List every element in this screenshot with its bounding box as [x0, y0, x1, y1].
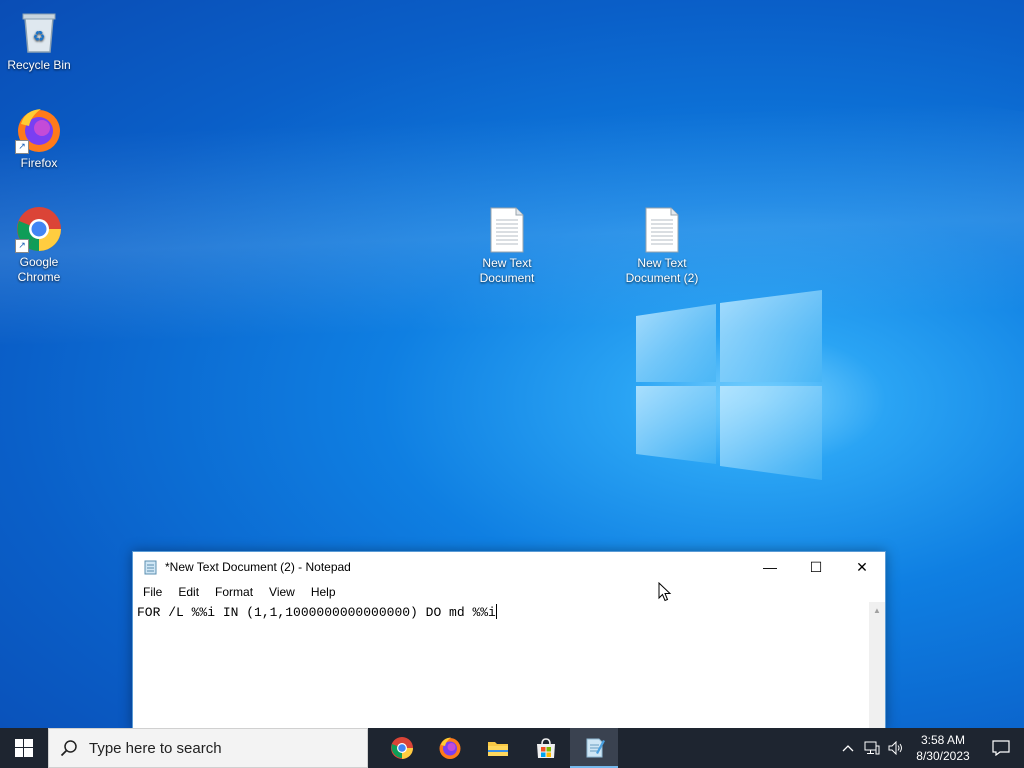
desktop-icon-new-text-document[interactable]: New Text Document [469, 206, 545, 286]
notepad-icon [586, 738, 605, 758]
taskbar-clock[interactable]: 3:58 AM 8/30/2023 [908, 732, 978, 764]
chrome-icon: ↗ [15, 205, 63, 253]
notification-icon [992, 740, 1010, 756]
firefox-icon: ↗ [15, 106, 63, 154]
vertical-scrollbar[interactable]: ▲ [869, 602, 885, 729]
menu-help[interactable]: Help [303, 585, 344, 599]
clock-date: 8/30/2023 [916, 749, 970, 763]
shortcut-arrow-icon: ↗ [15, 239, 29, 253]
system-tray: 3:58 AM 8/30/2023 [836, 728, 1024, 768]
desktop-icon-label: New Text Document (2) [625, 256, 699, 285]
desktop-icon-label: New Text Document [479, 256, 535, 285]
text-editor[interactable]: FOR /L %%i IN (1,1,1000000000000000) DO … [133, 602, 869, 729]
notepad-icon [144, 560, 157, 575]
notepad-window[interactable]: *New Text Document (2) - Notepad — ☐ ✕ F… [132, 551, 886, 730]
window-title: *New Text Document (2) - Notepad [165, 560, 351, 574]
start-button[interactable] [0, 728, 48, 768]
minimize-button[interactable]: — [747, 552, 793, 582]
taskbar-microsoft-store[interactable] [522, 728, 570, 768]
microsoft-store-icon [537, 738, 555, 758]
menu-file[interactable]: File [135, 585, 170, 599]
text-document-icon [638, 206, 686, 254]
shortcut-arrow-icon: ↗ [15, 140, 29, 154]
taskbar-notepad[interactable] [570, 728, 618, 768]
taskbar-firefox[interactable] [426, 728, 474, 768]
notepad-title-bar[interactable]: *New Text Document (2) - Notepad — ☐ ✕ [133, 552, 885, 582]
windows-start-icon [15, 739, 33, 757]
chrome-icon [391, 737, 413, 759]
close-icon: ✕ [856, 558, 868, 575]
menu-edit[interactable]: Edit [170, 585, 207, 599]
desktop-icon-label: Google Chrome [17, 255, 61, 284]
desktop-icon-recycle-bin[interactable]: ♻ Recycle Bin [1, 8, 77, 73]
taskbar-search-box[interactable]: Type here to search [48, 728, 368, 768]
desktop-icon-firefox[interactable]: ↗ Firefox [1, 106, 77, 171]
search-icon [49, 739, 89, 757]
minimize-icon: — [763, 559, 777, 575]
mouse-pointer-icon [658, 582, 672, 602]
file-explorer-icon [488, 742, 508, 756]
search-placeholder: Type here to search [89, 739, 222, 757]
network-icon[interactable] [860, 728, 884, 768]
volume-icon[interactable] [884, 728, 908, 768]
menu-view[interactable]: View [261, 585, 303, 599]
taskbar: Type here to search 3:58 AM 8/30/2023 [0, 728, 1024, 768]
editor-content: FOR /L %%i IN (1,1,1000000000000000) DO … [137, 605, 496, 620]
maximize-button[interactable]: ☐ [793, 552, 839, 582]
desktop-icon-google-chrome[interactable]: ↗ Google Chrome [1, 205, 77, 285]
desktop-icon-new-text-document-2[interactable]: New Text Document (2) [624, 206, 700, 286]
taskbar-file-explorer[interactable] [474, 728, 522, 768]
svg-text:♻: ♻ [33, 29, 46, 45]
windows-logo-wallpaper [636, 290, 822, 480]
action-center-button[interactable] [978, 728, 1024, 768]
close-button[interactable]: ✕ [839, 552, 885, 582]
menu-format[interactable]: Format [207, 585, 261, 599]
desktop-icon-label: Firefox [20, 156, 58, 170]
desktop-icon-label: Recycle Bin [7, 58, 71, 72]
maximize-icon: ☐ [809, 558, 823, 575]
menu-bar: File Edit Format View Help [133, 582, 885, 602]
recycle-bin-icon: ♻ [15, 8, 63, 56]
chevron-up-icon[interactable] [836, 728, 860, 768]
text-document-icon [483, 206, 531, 254]
clock-time: 3:58 AM [920, 733, 966, 747]
taskbar-chrome[interactable] [378, 728, 426, 768]
firefox-icon [439, 737, 461, 759]
scroll-up-icon[interactable]: ▲ [869, 602, 885, 618]
text-caret [495, 604, 497, 619]
